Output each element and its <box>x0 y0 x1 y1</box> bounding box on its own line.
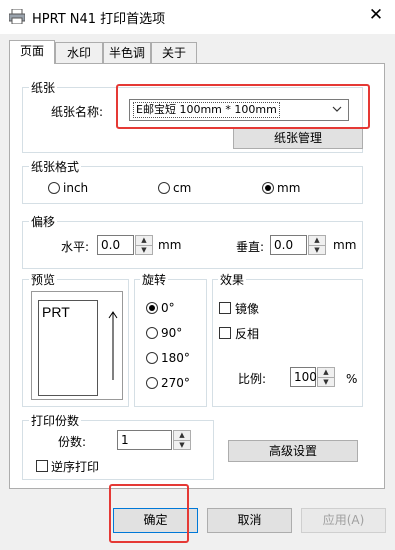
rotation-0-radio[interactable] <box>146 302 158 314</box>
preview-group-label: 预览 <box>29 271 58 288</box>
scale-unit: % <box>346 372 358 386</box>
format-cm-label: cm <box>173 181 192 195</box>
close-icon[interactable]: ✕ <box>366 5 386 25</box>
window-title: HPRT N41 打印首选项 <box>32 12 166 27</box>
mirror-label: 镜像 <box>235 302 260 316</box>
offset-h-label: 水平: <box>61 240 90 254</box>
copies-spinner[interactable]: ▲ ▼ <box>173 430 191 450</box>
direction-arrow-icon <box>108 311 118 380</box>
copies-input[interactable]: 1 <box>117 430 172 450</box>
offset-group-label: 偏移 <box>29 213 58 230</box>
highlight-box-paper <box>116 84 370 129</box>
cancel-button[interactable]: 取消 <box>207 508 292 533</box>
advanced-settings-button[interactable]: 高级设置 <box>228 440 358 462</box>
rotation-180-radio[interactable] <box>146 352 158 364</box>
scale-label: 比例: <box>238 372 267 386</box>
rotation-0-label: 0° <box>161 301 175 315</box>
apply-button[interactable]: 应用(A) <box>301 508 386 533</box>
tab-halftone[interactable]: 半色调 <box>103 42 151 64</box>
tab-page[interactable]: 页面 <box>9 40 55 64</box>
preview-text: PRT <box>42 304 70 320</box>
scale-spinner[interactable]: ▲ ▼ <box>317 367 335 387</box>
offset-v-input[interactable]: 0.0 <box>270 235 307 255</box>
invert-checkbox[interactable] <box>219 327 231 339</box>
copies-group-label: 打印份数 <box>29 412 82 429</box>
offset-h-spinner[interactable]: ▲ ▼ <box>135 235 153 255</box>
offset-v-spinner[interactable]: ▲ ▼ <box>308 235 326 255</box>
offset-v-unit: mm <box>333 238 357 252</box>
rotation-180-label: 180° <box>161 351 190 365</box>
mirror-checkbox[interactable] <box>219 302 231 314</box>
preview-paper: PRT <box>38 300 98 396</box>
highlight-box-ok <box>109 484 189 543</box>
offset-h-input[interactable]: 0.0 <box>97 235 134 255</box>
rotation-270-radio[interactable] <box>146 377 158 389</box>
rotation-90-radio[interactable] <box>146 327 158 339</box>
effects-group <box>212 279 363 407</box>
offset-v-label: 垂直: <box>236 240 265 254</box>
format-mm-label: mm <box>277 181 301 195</box>
printer-icon <box>9 9 25 24</box>
paper-name-label: 纸张名称: <box>51 105 104 119</box>
format-group-label: 纸张格式 <box>29 158 82 175</box>
rotation-90-label: 90° <box>161 326 183 340</box>
rotation-270-label: 270° <box>161 376 190 390</box>
format-inch-radio[interactable] <box>48 182 60 194</box>
rotation-group-label: 旋转 <box>140 271 169 288</box>
scale-input[interactable]: 100 <box>290 367 317 387</box>
offset-h-unit: mm <box>158 238 182 252</box>
paper-manage-button[interactable]: 纸张管理 <box>233 127 363 149</box>
title-bar: HPRT N41 打印首选项 ✕ <box>0 0 395 34</box>
copies-label: 份数: <box>58 435 87 449</box>
reverse-order-label: 逆序打印 <box>51 460 100 474</box>
format-inch-label: inch <box>63 181 89 195</box>
effects-group-label: 效果 <box>218 271 247 288</box>
format-cm-radio[interactable] <box>158 182 170 194</box>
format-mm-radio[interactable] <box>262 182 274 194</box>
invert-label: 反相 <box>235 327 260 341</box>
tab-about[interactable]: 关于 <box>151 42 197 64</box>
paper-group-label: 纸张 <box>29 79 58 96</box>
reverse-order-checkbox[interactable] <box>36 460 48 472</box>
tab-watermark[interactable]: 水印 <box>55 42 103 64</box>
